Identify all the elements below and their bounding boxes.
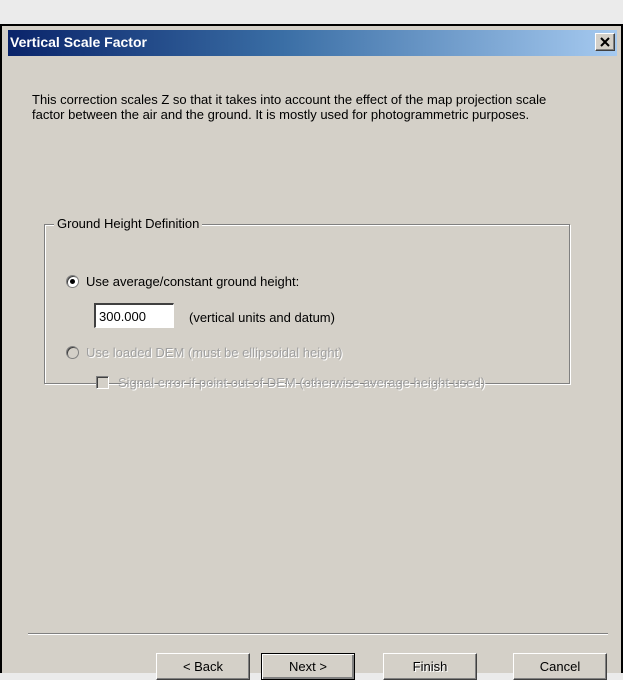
close-x-icon	[600, 37, 610, 47]
use-loaded-dem-radio[interactable]	[66, 346, 79, 359]
signal-error-checkbox[interactable]	[96, 376, 109, 389]
vertical-units-label: (vertical units and datum)	[189, 310, 335, 325]
back-button[interactable]: < Back	[156, 653, 250, 680]
finish-button[interactable]: Finish	[383, 653, 477, 680]
use-average-height-radio[interactable]	[66, 275, 79, 288]
description-text: This correction scales Z so that it take…	[32, 92, 547, 122]
next-button[interactable]: Next >	[261, 653, 355, 680]
use-average-height-label[interactable]: Use average/constant ground height:	[86, 274, 299, 289]
window-title: Vertical Scale Factor	[10, 34, 147, 50]
use-loaded-dem-label[interactable]: Use loaded DEM (must be ellipsoidal heig…	[86, 345, 343, 360]
signal-error-label[interactable]: Signal error if point out of DEM (otherw…	[118, 375, 485, 390]
cancel-button[interactable]: Cancel	[513, 653, 607, 680]
ground-height-input[interactable]: 300.000	[94, 303, 174, 328]
vertical-scale-factor-dialog: Vertical Scale Factor This correction sc…	[0, 24, 623, 680]
title-bar: Vertical Scale Factor	[8, 30, 617, 56]
group-legend: Ground Height Definition	[54, 216, 203, 231]
button-separator	[28, 633, 608, 635]
close-button[interactable]	[595, 33, 615, 51]
